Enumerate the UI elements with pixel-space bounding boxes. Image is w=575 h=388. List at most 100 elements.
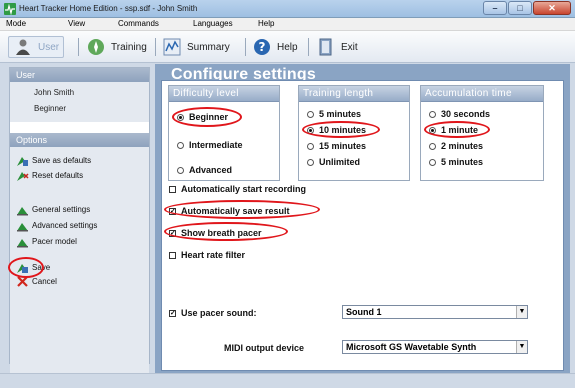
accum-5min-label: 5 minutes xyxy=(441,157,484,167)
exit-button[interactable]: Exit xyxy=(316,36,358,58)
training-icon xyxy=(86,37,106,57)
pacer-model-label: Pacer model xyxy=(32,236,77,246)
radio-selected-icon xyxy=(177,113,184,121)
options-section: Save as defaults Reset defaults General … xyxy=(8,147,149,378)
save-defaults-icon xyxy=(16,154,29,167)
difficulty-intermediate-radio[interactable]: Intermediate xyxy=(177,140,243,150)
radio-icon xyxy=(307,158,314,166)
exit-icon xyxy=(316,37,336,57)
title-bar: Heart Tracker Home Edition - ssp.sdf - J… xyxy=(0,0,575,18)
difficulty-beginner-radio[interactable]: Beginner xyxy=(177,112,228,122)
section-gap xyxy=(10,122,149,133)
accum-2min-radio[interactable]: 2 minutes xyxy=(429,141,483,151)
save-icon xyxy=(16,261,29,274)
toolbar-separator xyxy=(78,38,79,56)
window-title: Heart Tracker Home Edition - ssp.sdf - J… xyxy=(19,4,198,13)
general-settings-option[interactable]: General settings xyxy=(16,202,90,216)
checkbox-checked-icon: ✓ xyxy=(169,207,176,215)
radio-icon xyxy=(429,158,436,166)
hr-filter-checkbox[interactable]: Heart rate filter xyxy=(169,250,245,260)
difficulty-beginner-label: Beginner xyxy=(189,112,229,122)
general-settings-label: General settings xyxy=(32,204,91,214)
minimize-button[interactable]: – xyxy=(483,1,507,15)
close-button[interactable]: ✕ xyxy=(533,1,571,15)
summary-button[interactable]: Summary xyxy=(162,36,230,58)
menu-mode[interactable]: Mode xyxy=(6,19,26,28)
help-icon: ? xyxy=(252,37,272,57)
midi-select[interactable]: Microsoft GS Wavetable Synth ▼ xyxy=(342,340,528,354)
dropdown-arrow-icon: ▼ xyxy=(516,306,527,318)
menu-help[interactable]: Help xyxy=(258,19,274,28)
menu-commands[interactable]: Commands xyxy=(118,19,159,28)
radio-selected-icon xyxy=(429,126,436,134)
midi-label: MIDI output device xyxy=(224,343,305,353)
user-section: John Smith Beginner xyxy=(10,82,149,122)
user-icon xyxy=(13,37,33,57)
accum-30s-radio[interactable]: 30 seconds xyxy=(429,109,490,119)
svg-text:?: ? xyxy=(259,40,266,54)
accum-2min-label: 2 minutes xyxy=(441,141,484,151)
user-button[interactable]: User xyxy=(8,36,65,58)
training-5min-radio[interactable]: 5 minutes xyxy=(307,109,361,119)
reset-defaults-label: Reset defaults xyxy=(32,170,84,180)
breath-pacer-label: Show breath pacer xyxy=(181,228,262,238)
accum-1min-radio[interactable]: 1 minute xyxy=(429,125,478,135)
difficulty-intermediate-label: Intermediate xyxy=(189,140,243,150)
minimize-icon: – xyxy=(492,3,498,13)
status-bar xyxy=(0,373,575,388)
settings-chart-icon xyxy=(16,203,29,216)
pacer-sound-label: Use pacer sound: xyxy=(181,308,257,318)
training-10min-radio[interactable]: 10 minutes xyxy=(307,125,366,135)
user-name: John Smith xyxy=(34,88,75,97)
checkbox-unchecked-icon xyxy=(169,185,176,193)
radio-icon xyxy=(307,110,314,118)
training-unlimited-radio[interactable]: Unlimited xyxy=(307,157,360,167)
advanced-settings-option[interactable]: Advanced settings xyxy=(16,218,97,232)
reset-defaults-icon xyxy=(16,169,29,182)
menu-languages[interactable]: Languages xyxy=(193,19,233,28)
auto-start-checkbox[interactable]: Automatically start recording xyxy=(169,184,306,194)
main-panel: Configure settings Difficulty level Begi… xyxy=(155,64,570,373)
pacer-sound-select[interactable]: Sound 1 ▼ xyxy=(342,305,528,319)
pacer-model-option[interactable]: Pacer model xyxy=(16,234,77,248)
training-length-group: Training length 5 minutes 10 minutes 15 … xyxy=(298,85,410,181)
settings-chart-icon xyxy=(16,219,29,232)
breath-pacer-checkbox[interactable]: ✓ Show breath pacer xyxy=(169,228,262,238)
user-section-header: User xyxy=(10,68,149,82)
cancel-icon xyxy=(16,275,29,288)
menu-view[interactable]: View xyxy=(68,19,85,28)
difficulty-group: Difficulty level Beginner Intermediate A… xyxy=(168,85,280,181)
midi-value: Microsoft GS Wavetable Synth xyxy=(346,342,477,352)
settings-chart-icon xyxy=(16,235,29,248)
hr-filter-label: Heart rate filter xyxy=(181,250,246,260)
save-as-defaults-option[interactable]: Save as defaults xyxy=(16,153,91,167)
pacer-sound-checkbox[interactable]: ✓ Use pacer sound: xyxy=(169,308,257,318)
training-15min-radio[interactable]: 15 minutes xyxy=(307,141,366,151)
help-button[interactable]: ? Help xyxy=(252,36,298,58)
training-5min-label: 5 minutes xyxy=(319,109,362,119)
heart-monitor-icon xyxy=(4,3,16,15)
auto-save-checkbox[interactable]: ✓ Automatically save result xyxy=(169,206,290,216)
summary-icon xyxy=(162,37,182,57)
summary-button-label: Summary xyxy=(187,41,230,53)
difficulty-header: Difficulty level xyxy=(169,86,279,102)
toolbar-separator xyxy=(245,38,246,56)
radio-icon xyxy=(429,110,436,118)
training-button-label: Training xyxy=(111,41,147,53)
maximize-button[interactable]: □ xyxy=(508,1,532,15)
pacer-sound-value: Sound 1 xyxy=(346,307,382,317)
training-15min-label: 15 minutes xyxy=(319,141,367,151)
menu-bar: Mode View Commands Languages Help xyxy=(0,18,575,31)
training-button[interactable]: Training xyxy=(86,36,147,58)
accum-5min-radio[interactable]: 5 minutes xyxy=(429,157,483,167)
cancel-option[interactable]: Cancel xyxy=(16,274,57,288)
difficulty-advanced-radio[interactable]: Advanced xyxy=(177,165,232,175)
difficulty-advanced-label: Advanced xyxy=(189,165,233,175)
save-option[interactable]: Save xyxy=(16,260,50,274)
reset-defaults-option[interactable]: Reset defaults xyxy=(16,168,83,182)
dropdown-arrow-icon: ▼ xyxy=(516,341,527,353)
sidebar: User John Smith Beginner Options Save as… xyxy=(8,67,150,378)
user-button-label: User xyxy=(38,41,60,53)
cancel-label: Cancel xyxy=(32,276,57,286)
close-icon: ✕ xyxy=(548,3,556,13)
